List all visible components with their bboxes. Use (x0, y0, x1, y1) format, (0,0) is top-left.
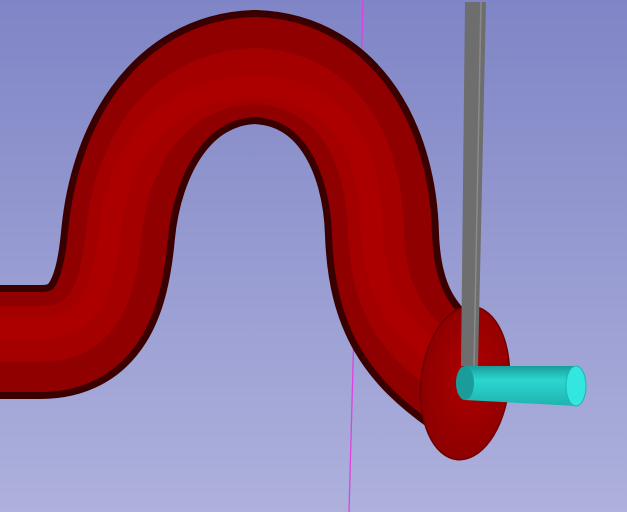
cyan-pin-back (456, 366, 474, 400)
cyan-pin-body (465, 366, 576, 406)
3d-scene[interactable] (0, 0, 627, 512)
3d-viewport[interactable] (0, 0, 627, 512)
